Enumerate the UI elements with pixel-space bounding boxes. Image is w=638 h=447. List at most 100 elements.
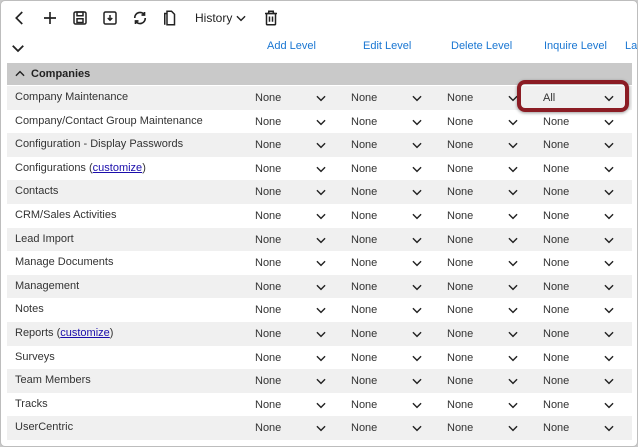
- edit-level-select[interactable]: None: [351, 186, 377, 198]
- chevron-down-icon[interactable]: [314, 256, 328, 270]
- add-level-select[interactable]: None: [255, 186, 281, 198]
- chevron-down-icon[interactable]: [602, 115, 616, 129]
- chevron-down-icon[interactable]: [410, 280, 424, 294]
- chevron-down-icon[interactable]: [314, 162, 328, 176]
- copy-icon[interactable]: [159, 7, 181, 29]
- column-header-delete-level[interactable]: Delete Level: [451, 40, 512, 52]
- chevron-down-icon[interactable]: [314, 233, 328, 247]
- edit-level-select[interactable]: None: [351, 399, 377, 411]
- add-level-select[interactable]: None: [255, 375, 281, 387]
- edit-level-select[interactable]: None: [351, 139, 377, 151]
- chevron-down-icon[interactable]: [314, 398, 328, 412]
- delete-level-select[interactable]: None: [447, 399, 473, 411]
- chevron-down-icon[interactable]: [314, 115, 328, 129]
- save-and-close-icon[interactable]: [99, 7, 121, 29]
- inquire-level-select[interactable]: None: [543, 422, 569, 434]
- add-level-select[interactable]: None: [255, 328, 281, 340]
- chevron-down-icon[interactable]: [602, 233, 616, 247]
- inquire-level-select[interactable]: None: [543, 399, 569, 411]
- history-dropdown[interactable]: History: [195, 11, 248, 25]
- delete-level-select[interactable]: None: [447, 139, 473, 151]
- chevron-down-icon[interactable]: [314, 138, 328, 152]
- chevron-down-icon[interactable]: [602, 209, 616, 223]
- delete-level-select[interactable]: None: [447, 352, 473, 364]
- chevron-down-icon[interactable]: [506, 280, 520, 294]
- chevron-down-icon[interactable]: [410, 185, 424, 199]
- inquire-level-select[interactable]: None: [543, 281, 569, 293]
- delete-level-select[interactable]: None: [447, 163, 473, 175]
- customize-link[interactable]: customize: [60, 327, 110, 339]
- add-level-select[interactable]: None: [255, 210, 281, 222]
- inquire-level-select[interactable]: None: [543, 352, 569, 364]
- chevron-down-icon[interactable]: [506, 185, 520, 199]
- chevron-down-icon[interactable]: [410, 303, 424, 317]
- chevron-down-icon[interactable]: [506, 138, 520, 152]
- inquire-level-select[interactable]: None: [543, 304, 569, 316]
- chevron-down-icon[interactable]: [410, 398, 424, 412]
- delete-level-select[interactable]: None: [447, 116, 473, 128]
- chevron-down-icon[interactable]: [602, 421, 616, 435]
- delete-level-select[interactable]: None: [447, 281, 473, 293]
- chevron-down-icon[interactable]: [506, 303, 520, 317]
- edit-level-select[interactable]: None: [351, 375, 377, 387]
- delete-level-select[interactable]: None: [447, 210, 473, 222]
- chevron-down-icon[interactable]: [602, 256, 616, 270]
- inquire-level-select[interactable]: None: [543, 257, 569, 269]
- chevron-down-icon[interactable]: [602, 374, 616, 388]
- edit-level-select[interactable]: None: [351, 257, 377, 269]
- chevron-down-icon[interactable]: [314, 185, 328, 199]
- inquire-level-select[interactable]: None: [543, 210, 569, 222]
- edit-level-select[interactable]: None: [351, 116, 377, 128]
- chevron-down-icon[interactable]: [410, 256, 424, 270]
- inquire-level-select[interactable]: None: [543, 186, 569, 198]
- add-level-select[interactable]: None: [255, 139, 281, 151]
- add-icon[interactable]: [39, 7, 61, 29]
- delete-level-select[interactable]: None: [447, 328, 473, 340]
- chevron-down-icon[interactable]: [410, 351, 424, 365]
- save-icon[interactable]: [69, 7, 91, 29]
- chevron-down-icon[interactable]: [314, 303, 328, 317]
- chevron-down-icon[interactable]: [314, 209, 328, 223]
- edit-level-select[interactable]: None: [351, 328, 377, 340]
- chevron-down-icon[interactable]: [410, 162, 424, 176]
- add-level-select[interactable]: None: [255, 234, 281, 246]
- refresh-icon[interactable]: [129, 7, 151, 29]
- delete-level-select[interactable]: None: [447, 92, 473, 104]
- delete-level-select[interactable]: None: [447, 186, 473, 198]
- inquire-level-select[interactable]: None: [543, 116, 569, 128]
- chevron-down-icon[interactable]: [602, 185, 616, 199]
- chevron-down-icon[interactable]: [506, 351, 520, 365]
- chevron-down-icon[interactable]: [602, 351, 616, 365]
- chevron-down-icon[interactable]: [602, 303, 616, 317]
- chevron-down-icon[interactable]: [506, 115, 520, 129]
- chevron-down-icon[interactable]: [314, 421, 328, 435]
- delete-level-select[interactable]: None: [447, 304, 473, 316]
- chevron-down-icon[interactable]: [410, 327, 424, 341]
- chevron-down-icon[interactable]: [410, 91, 424, 105]
- add-level-select[interactable]: None: [255, 163, 281, 175]
- add-level-select[interactable]: None: [255, 422, 281, 434]
- column-header-inquire-level[interactable]: Inquire Level: [544, 40, 607, 52]
- column-header-next[interactable]: La: [625, 40, 637, 52]
- chevron-down-icon[interactable]: [410, 421, 424, 435]
- chevron-down-icon[interactable]: [410, 209, 424, 223]
- inquire-level-select[interactable]: None: [543, 234, 569, 246]
- edit-level-select[interactable]: None: [351, 163, 377, 175]
- chevron-down-icon[interactable]: [602, 327, 616, 341]
- chevron-down-icon[interactable]: [602, 398, 616, 412]
- chevron-down-icon[interactable]: [506, 256, 520, 270]
- edit-level-select[interactable]: None: [351, 304, 377, 316]
- column-header-edit-level[interactable]: Edit Level: [363, 40, 411, 52]
- chevron-down-icon[interactable]: [506, 421, 520, 435]
- delete-level-select[interactable]: None: [447, 257, 473, 269]
- inquire-level-select[interactable]: None: [543, 375, 569, 387]
- chevron-down-icon[interactable]: [506, 374, 520, 388]
- inquire-level-select[interactable]: None: [543, 163, 569, 175]
- delete-level-select[interactable]: None: [447, 422, 473, 434]
- delete-level-select[interactable]: None: [447, 234, 473, 246]
- chevron-down-icon[interactable]: [602, 162, 616, 176]
- delete-level-select[interactable]: None: [447, 375, 473, 387]
- chevron-down-icon[interactable]: [506, 398, 520, 412]
- chevron-down-icon[interactable]: [314, 374, 328, 388]
- add-level-select[interactable]: None: [255, 92, 281, 104]
